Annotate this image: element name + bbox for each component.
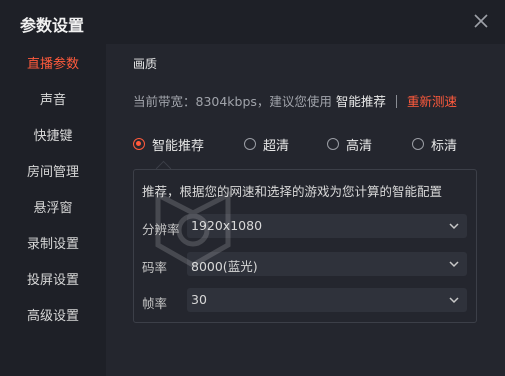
sidebar-item-floating-window[interactable]: 悬浮窗: [0, 191, 106, 227]
radio-unchecked-icon: [244, 138, 256, 150]
sidebar-item-audio[interactable]: 声音: [0, 83, 106, 119]
radio-smart-recommend[interactable]: 智能推荐: [133, 133, 204, 155]
panel-description: 推荐，根据您的网速和选择的游戏为您计算的智能配置: [142, 184, 443, 199]
framerate-value: 30: [191, 292, 207, 307]
bandwidth-text: 当前带宽：8304kbps，建议您使用: [133, 94, 332, 109]
quality-radio-group: 智能推荐 超清 高清 标清: [133, 133, 503, 155]
separator: [395, 95, 397, 108]
framerate-label: 帧率: [142, 296, 168, 311]
resolution-label: 分辨率: [142, 222, 180, 237]
sidebar-item-advanced[interactable]: 高级设置: [0, 299, 106, 335]
radio-label: 标清: [431, 138, 458, 154]
radio-high-def[interactable]: 高清: [327, 133, 372, 155]
sidebar-item-recording[interactable]: 录制设置: [0, 227, 106, 263]
bandwidth-recommend: 智能推荐: [335, 94, 386, 109]
title-bar: 参数设置: [0, 0, 505, 44]
radio-label: 超清: [263, 138, 290, 154]
retest-speed-link[interactable]: 重新测速: [407, 94, 457, 109]
smart-config-panel: 推荐，根据您的网速和选择的游戏为您计算的智能配置 分辨率 1920x1080 码…: [133, 169, 477, 323]
sidebar-item-room-management[interactable]: 房间管理: [0, 155, 106, 191]
radio-unchecked-icon: [412, 138, 424, 150]
close-icon: [474, 14, 488, 28]
radio-standard-def[interactable]: 标清: [412, 133, 457, 155]
window-title: 参数设置: [20, 16, 85, 35]
radio-ultra-hd[interactable]: 超清: [244, 133, 289, 155]
chevron-down-icon: [449, 259, 459, 269]
bitrate-label: 码率: [142, 260, 168, 275]
radio-unchecked-icon: [327, 138, 339, 150]
settings-sidebar: 直播参数 声音 快捷键 房间管理 悬浮窗 录制设置 投屏设置 高级设置: [0, 44, 106, 376]
radio-label: 智能推荐: [152, 138, 205, 154]
chevron-down-icon: [449, 295, 459, 305]
main-content: 画质 当前带宽：8304kbps，建议您使用 智能推荐 重新测速 智能推荐 超清 …: [106, 44, 505, 376]
resolution-select[interactable]: 1920x1080: [187, 214, 467, 238]
sidebar-item-screen-cast[interactable]: 投屏设置: [0, 263, 106, 299]
chevron-down-icon: [449, 221, 459, 231]
sidebar-item-live-params[interactable]: 直播参数: [0, 47, 106, 83]
resolution-value: 1920x1080: [191, 218, 263, 233]
bitrate-value: 8000(蓝光): [191, 259, 258, 274]
close-button[interactable]: [471, 11, 491, 31]
radio-checked-icon: [133, 138, 145, 150]
bitrate-select[interactable]: 8000(蓝光): [187, 252, 467, 276]
section-title-quality: 画质: [133, 57, 158, 71]
radio-label: 高清: [346, 138, 373, 154]
bandwidth-info: 当前带宽：8304kbps，建议您使用 智能推荐 重新测速: [133, 91, 457, 110]
framerate-select[interactable]: 30: [187, 288, 467, 312]
sidebar-item-hotkeys[interactable]: 快捷键: [0, 119, 106, 155]
